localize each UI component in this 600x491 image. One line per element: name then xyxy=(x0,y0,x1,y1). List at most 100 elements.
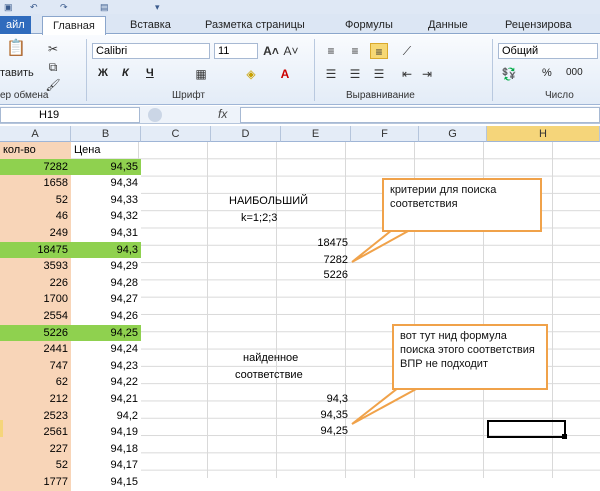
paste-label[interactable]: тавить xyxy=(0,67,34,79)
tab-home[interactable]: Главная xyxy=(42,16,106,35)
qty-cell[interactable]: 52 xyxy=(0,457,71,475)
qty-cell[interactable]: 2554 xyxy=(0,308,71,325)
column-header-h[interactable]: H xyxy=(487,126,600,142)
align-center-icon[interactable]: ☰ xyxy=(346,66,364,82)
qty-cell[interactable]: 2523 xyxy=(0,407,71,425)
cut-icon[interactable]: ✂ xyxy=(44,41,62,57)
copy-icon[interactable]: ⧉ xyxy=(44,59,62,75)
thousands-separator-button[interactable]: 000 xyxy=(566,67,583,78)
column-header-e[interactable]: E xyxy=(281,126,351,142)
increase-indent-icon[interactable]: ⇥ xyxy=(418,66,436,82)
shrink-font-icon[interactable]: A˅ xyxy=(282,43,300,59)
qty-cell[interactable]: 5226 xyxy=(0,324,71,342)
formula-input[interactable] xyxy=(240,107,600,123)
column-header-b[interactable]: B xyxy=(71,126,141,142)
name-box-dropdown[interactable] xyxy=(148,108,162,122)
found-label[interactable]: найденное xyxy=(240,350,301,367)
price-cell[interactable]: 94,31 xyxy=(71,225,141,242)
price-cell[interactable]: 94,24 xyxy=(71,341,141,359)
price-cell[interactable]: 94,3 xyxy=(71,241,141,259)
price-cell[interactable]: 94,32 xyxy=(71,208,141,226)
price-cell[interactable]: 94,33 xyxy=(71,191,141,209)
price-cell[interactable]: 94,15 xyxy=(71,474,141,491)
qty-cell[interactable]: 1777 xyxy=(0,474,71,491)
active-cell[interactable] xyxy=(487,420,566,438)
qty-cell[interactable]: 1700 xyxy=(0,291,71,309)
price-cell[interactable]: 94,28 xyxy=(71,274,141,292)
price-cell[interactable]: 94,26 xyxy=(71,308,141,325)
qty-cell[interactable]: 2441 xyxy=(0,341,71,359)
price-cell[interactable]: 94,34 xyxy=(71,175,141,193)
undo-icon[interactable]: ↶ xyxy=(30,2,38,13)
decrease-indent-icon[interactable]: ⇤ xyxy=(398,66,416,82)
price-cell[interactable]: 94,18 xyxy=(71,440,141,458)
qty-cell[interactable]: 18475 xyxy=(0,241,71,259)
price-cell[interactable]: 94,23 xyxy=(71,357,141,375)
price-cell[interactable]: 94,22 xyxy=(71,374,141,392)
save-icon[interactable]: ▣ xyxy=(4,2,13,13)
align-middle-icon[interactable]: ≡ xyxy=(346,43,364,59)
tab-insert[interactable]: Вставка xyxy=(130,16,171,34)
found-value-1[interactable]: 94,3 xyxy=(281,391,351,408)
number-format-combo[interactable]: Общий xyxy=(498,43,598,59)
align-right-icon[interactable]: ☰ xyxy=(370,66,388,82)
qty-cell[interactable]: 249 xyxy=(0,225,71,242)
header-qty[interactable]: кол-во xyxy=(0,142,71,159)
bold-button[interactable]: Ж xyxy=(98,67,108,79)
paste-icon[interactable]: 📋 xyxy=(6,41,26,57)
largest-value-1[interactable]: 18475 xyxy=(281,235,351,252)
qty-cell[interactable]: 62 xyxy=(0,374,71,392)
align-top-icon[interactable]: ≡ xyxy=(322,43,340,59)
tab-data[interactable]: Данные xyxy=(428,16,468,34)
largest-value-3[interactable]: 5226 xyxy=(281,267,351,284)
qty-cell[interactable]: 46 xyxy=(0,208,71,226)
largest-label[interactable]: НАИБОЛЬШИЙ xyxy=(226,193,311,210)
grow-font-icon[interactable]: A˄ xyxy=(262,43,280,59)
price-cell[interactable]: 94,17 xyxy=(71,457,141,475)
found-value-2[interactable]: 94,35 xyxy=(281,407,351,424)
qty-cell[interactable]: 52 xyxy=(0,191,71,209)
print-icon[interactable]: ▤ xyxy=(100,2,109,13)
price-cell[interactable]: 94,35 xyxy=(71,158,141,176)
column-header-d[interactable]: D xyxy=(211,126,281,142)
column-header-g[interactable]: G xyxy=(419,126,487,142)
fill-handle[interactable] xyxy=(562,434,567,439)
column-header-a[interactable]: A xyxy=(0,126,71,142)
redo-icon[interactable]: ↷ xyxy=(60,2,68,13)
price-cell[interactable]: 94,25 xyxy=(71,324,141,342)
fill-color-icon[interactable]: ◈ xyxy=(242,66,260,82)
percent-button[interactable]: % xyxy=(542,67,552,79)
qty-cell[interactable]: 747 xyxy=(0,357,71,375)
found-label-2[interactable]: соответствие xyxy=(232,367,306,384)
qty-cell[interactable]: 227 xyxy=(0,440,71,458)
italic-button[interactable]: К xyxy=(122,67,129,79)
underline-button[interactable]: Ч xyxy=(146,67,154,79)
align-left-icon[interactable]: ☰ xyxy=(322,66,340,82)
align-bottom-icon[interactable]: ≡ xyxy=(370,43,388,59)
orientation-icon[interactable]: ⟋ xyxy=(398,43,416,59)
price-cell[interactable]: 94,21 xyxy=(71,391,141,408)
font-color-icon[interactable]: A xyxy=(276,66,294,82)
insert-function-button[interactable]: fx xyxy=(218,107,227,121)
borders-icon[interactable]: ▦ xyxy=(192,66,210,82)
header-price[interactable]: Цена xyxy=(71,142,141,159)
font-size-combo[interactable]: 11 xyxy=(214,43,258,59)
tab-page-layout[interactable]: Разметка страницы xyxy=(205,16,305,34)
qty-cell[interactable]: 3593 xyxy=(0,258,71,276)
price-cell[interactable]: 94,2 xyxy=(71,407,141,425)
largest-k-label[interactable]: k=1;2;3 xyxy=(238,210,280,227)
tab-file[interactable]: айл xyxy=(0,16,31,34)
qty-cell[interactable]: 226 xyxy=(0,274,71,292)
qty-cell[interactable]: 2561 xyxy=(0,424,71,442)
tab-formulas[interactable]: Формулы xyxy=(345,16,393,34)
qty-cell[interactable]: 7282 xyxy=(0,158,71,176)
font-name-combo[interactable]: Calibri xyxy=(92,43,210,59)
price-cell[interactable]: 94,27 xyxy=(71,291,141,309)
name-box[interactable]: H19 xyxy=(0,107,140,123)
price-cell[interactable]: 94,19 xyxy=(71,424,141,442)
tab-review[interactable]: Рецензирова xyxy=(505,16,572,34)
column-header-c[interactable]: C xyxy=(141,126,211,142)
found-value-3[interactable]: 94,25 xyxy=(281,423,351,440)
column-header-f[interactable]: F xyxy=(351,126,419,142)
qty-cell[interactable]: 212 xyxy=(0,391,71,408)
